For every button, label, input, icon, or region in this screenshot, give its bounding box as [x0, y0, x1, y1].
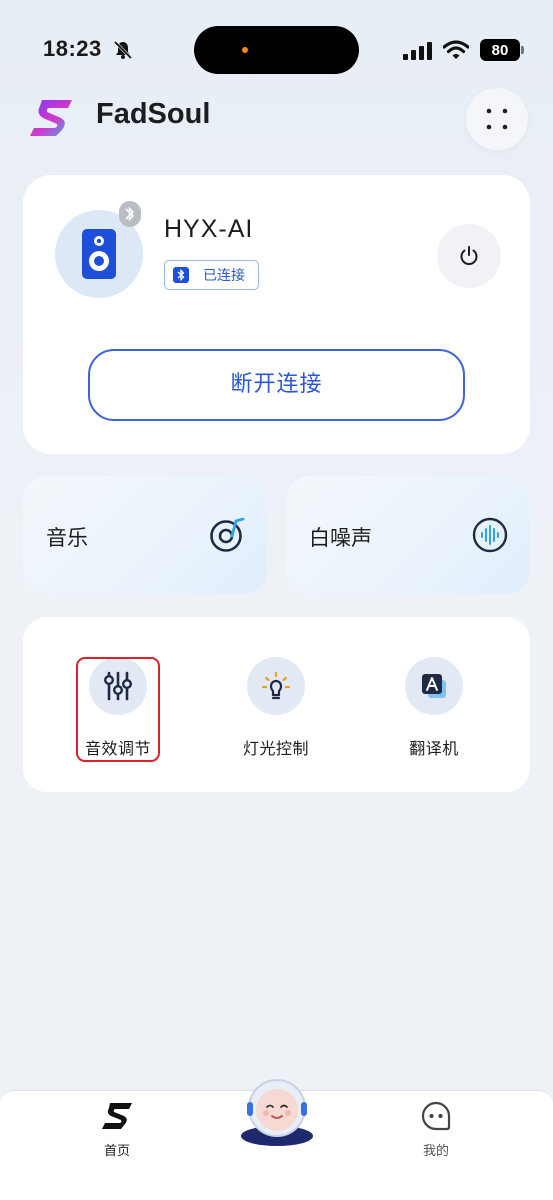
- ai-assistant-mascot-icon[interactable]: [239, 1074, 315, 1146]
- translator-label: 翻译机: [409, 739, 459, 758]
- status-bar: 18:23 80: [0, 0, 553, 100]
- power-icon: [460, 246, 478, 265]
- connection-status-badge: 已连接: [164, 260, 259, 290]
- bell-muted-icon: [113, 40, 133, 60]
- bluetooth-icon: [125, 206, 135, 222]
- fadsoul-logo-icon: [30, 100, 72, 136]
- music-label: 音乐: [46, 526, 88, 550]
- sound-wave-icon: [472, 517, 508, 553]
- app-screen: 18:23 80 FadSoul HYX-AI 已连接 断开连接 音乐 白噪声 …: [0, 0, 553, 1200]
- status-time: 18:23: [43, 36, 102, 61]
- bluetooth-badge: [119, 201, 141, 227]
- speaker-icon: [82, 229, 116, 279]
- light-control-tool[interactable]: 灯光控制: [221, 657, 331, 759]
- light-control-circle: [247, 657, 305, 715]
- mine-tab-label: 我的: [422, 1144, 449, 1159]
- music-card[interactable]: 音乐: [23, 476, 267, 594]
- white-noise-card[interactable]: 白噪声: [286, 476, 530, 594]
- tools-card: 音效调节 灯光控制 翻译机: [23, 617, 530, 792]
- profile-face-icon: [421, 1101, 451, 1131]
- translator-tool[interactable]: 翻译机: [379, 657, 489, 759]
- cellular-signal-icon: [403, 42, 432, 60]
- battery-indicator: 80: [480, 39, 520, 61]
- device-name: HYX-AI: [164, 215, 254, 243]
- four-dots-icon: [486, 108, 508, 130]
- more-menu-button[interactable]: [466, 88, 528, 150]
- white-noise-label: 白噪声: [309, 526, 372, 550]
- bulb-icon: [261, 671, 291, 700]
- translator-circle: [405, 657, 463, 715]
- dynamic-island: [194, 26, 359, 74]
- wifi-icon: [443, 40, 469, 59]
- disconnect-button[interactable]: 断开连接: [88, 349, 465, 421]
- recording-dot: [242, 47, 248, 53]
- connection-status-text: 已连接: [203, 268, 245, 284]
- translate-icon: [422, 674, 446, 698]
- battery-tip: [521, 46, 524, 54]
- tab-home[interactable]: 首页: [77, 1101, 157, 1159]
- home-tab-label: 首页: [103, 1144, 130, 1159]
- bluetooth-status-icon: [173, 267, 189, 283]
- home-logo-icon: [102, 1103, 132, 1129]
- music-disc-icon: [210, 517, 245, 552]
- power-button[interactable]: [437, 224, 501, 288]
- tab-mine[interactable]: 我的: [396, 1101, 476, 1159]
- selection-highlight: [76, 657, 160, 762]
- app-title: FadSoul: [96, 98, 211, 130]
- light-control-label: 灯光控制: [242, 739, 309, 758]
- device-card: HYX-AI 已连接 断开连接: [23, 175, 530, 454]
